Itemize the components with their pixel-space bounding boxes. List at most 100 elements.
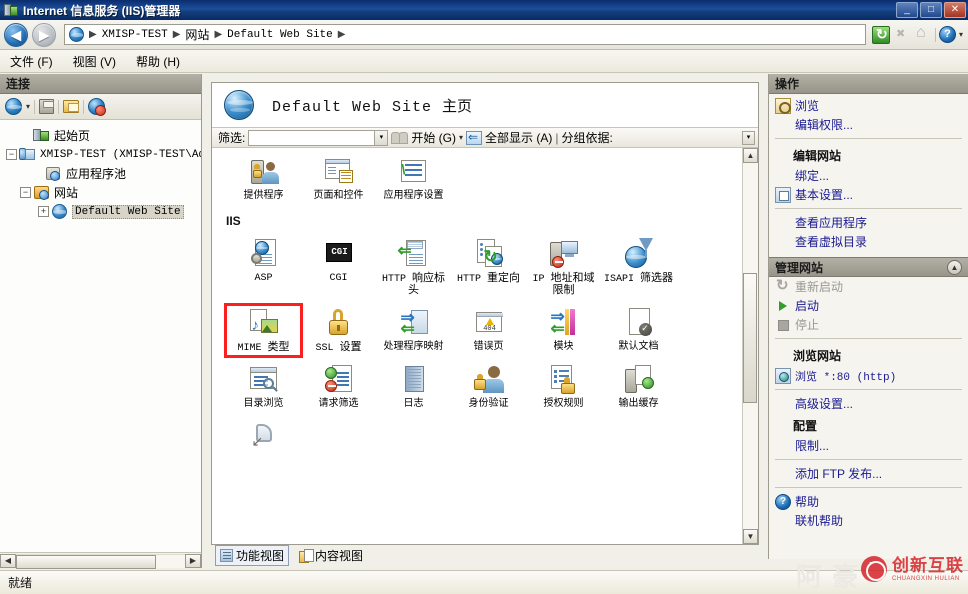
stop-icon[interactable] <box>893 26 911 44</box>
feature-modules[interactable]: ⇒ ⇐ 模块 <box>526 305 601 356</box>
action-add-ftp-publishing[interactable]: 添加 FTP 发布... <box>769 464 968 483</box>
scroll-right-button[interactable]: ▶ <box>185 553 201 568</box>
refresh-icon[interactable] <box>871 25 890 44</box>
expander-collapse[interactable]: − <box>20 187 31 198</box>
chevron-down-icon[interactable]: ▾ <box>959 30 963 39</box>
action-basic-settings[interactable]: 基本设置... <box>769 185 968 204</box>
expander-collapse[interactable]: − <box>6 149 17 160</box>
chevron-down-icon[interactable]: ▾ <box>459 133 463 142</box>
feature-providers[interactable]: 提供程序 <box>226 154 301 204</box>
action-stop[interactable]: 停止 <box>769 315 968 334</box>
asp-icon <box>248 238 280 270</box>
feature-default-document[interactable]: ✓ 默认文档 <box>601 305 676 356</box>
action-browse-site-80[interactable]: 浏览 *:80 (http) <box>769 366 968 385</box>
chevron-down-icon[interactable]: ▾ <box>26 102 30 111</box>
feature-isapi-filters[interactable]: ISAPI 筛选器 <box>601 236 676 299</box>
help-icon[interactable]: ? <box>938 26 956 43</box>
breadcrumb-item-sites[interactable]: 网站 <box>183 26 211 43</box>
tree-item-default-web-site[interactable]: + Default Web Site <box>6 202 201 221</box>
close-button[interactable]: ✕ <box>944 2 966 18</box>
feature-asp[interactable]: ASP <box>226 236 301 299</box>
open-folder-icon[interactable] <box>63 100 80 113</box>
disconnect-icon[interactable] <box>88 98 107 116</box>
tree-item-server[interactable]: − XMISP-TEST (XMISP-TEST\Adm <box>6 145 201 164</box>
tree-item-label: XMISP-TEST (XMISP-TEST\Adm <box>40 148 201 161</box>
scroll-up-button[interactable]: ▲ <box>743 148 758 163</box>
action-edit-permissions[interactable]: 编辑权限... <box>769 115 968 134</box>
tab-label: 功能视图 <box>236 549 285 563</box>
feature-authorization-rules[interactable]: 授权规则 <box>526 362 601 412</box>
filter-collapse-button[interactable]: ▾ <box>742 130 755 145</box>
action-bindings[interactable]: 绑定... <box>769 166 968 185</box>
action-help[interactable]: ? 帮助 <box>769 492 968 511</box>
menu-view[interactable]: 视图 (V) <box>73 53 116 70</box>
feature-handler-mappings[interactable]: ⇒ ⇐ 处理程序映射 <box>376 305 451 356</box>
menu-file[interactable]: 文件 (F) <box>10 53 53 70</box>
feature-authentication[interactable]: 身份验证 <box>451 362 526 412</box>
forward-button[interactable]: ▶ <box>32 22 56 47</box>
help-circle-icon: ? <box>775 493 791 510</box>
action-browse[interactable]: 浏览 <box>769 96 968 115</box>
action-advanced-settings[interactable]: 高级设置... <box>769 394 968 413</box>
tree-item-sites[interactable]: − 网站 <box>6 183 201 202</box>
show-all-icon[interactable] <box>466 130 483 145</box>
feature-application-settings[interactable]: \ 应用程序设置 <box>376 154 451 204</box>
connections-horizontal-scrollbar[interactable]: ◀ ▶ <box>0 552 202 569</box>
expander-expand[interactable]: + <box>38 206 49 217</box>
scroll-left-button[interactable]: ◀ <box>0 553 16 568</box>
action-view-virtual-directories[interactable]: 查看虚拟目录 <box>769 232 968 251</box>
scroll-thumb[interactable] <box>16 554 156 569</box>
action-restart[interactable]: 重新启动 <box>769 276 968 296</box>
feature-logging[interactable]: 日志 <box>376 362 451 412</box>
feature-ip-restrictions[interactable]: IP 地址和域限制 <box>526 236 601 299</box>
features-vertical-scrollbar[interactable]: ▲ ▼ <box>742 148 758 544</box>
tab-features-view[interactable]: 功能视图 <box>215 545 290 566</box>
action-start[interactable]: 启动 <box>769 296 968 315</box>
feature-mime-types[interactable]: ♪ MIME 类型 <box>224 303 303 358</box>
feature-request-filtering[interactable]: 请求筛选 <box>301 362 376 412</box>
chevron-up-icon[interactable]: ▲ <box>947 260 962 275</box>
actions-pane: 操作 浏览 编辑权限... 编辑网站 绑定... 基本设置... 查看应用程序 … <box>768 74 968 559</box>
home-icon[interactable] <box>914 24 932 44</box>
feature-pages-and-controls[interactable]: 页面和控件 <box>301 154 376 204</box>
divider <box>775 208 962 209</box>
tree-item-start-page[interactable]: 起始页 <box>6 126 201 145</box>
scroll-thumb[interactable] <box>743 273 757 403</box>
binoculars-icon[interactable] <box>391 130 409 145</box>
breadcrumb-separator: ▶ <box>214 29 223 40</box>
feature-ssl-settings[interactable]: SSL 设置 <box>301 305 376 356</box>
save-icon[interactable] <box>39 99 55 114</box>
feature-directory-browsing[interactable]: 目录浏览 <box>226 362 301 412</box>
feature-cgi[interactable]: CGI CGI <box>301 236 376 299</box>
scroll-down-button[interactable]: ▼ <box>743 529 758 544</box>
connect-to-icon[interactable] <box>5 98 22 115</box>
scroll-track[interactable] <box>16 553 185 569</box>
tab-content-view[interactable]: 内容视图 <box>295 546 367 565</box>
feature-http-redirect[interactable]: ↻ HTTP 重定向 <box>451 236 526 299</box>
feature-worker-processes[interactable]: ↙ <box>226 420 301 459</box>
back-button[interactable]: ◀ <box>4 22 28 47</box>
feature-error-pages[interactable]: 404 错误页 <box>451 305 526 356</box>
feature-http-response-headers[interactable]: ⇐ HTTP 响应标头 <box>376 236 451 299</box>
show-all-button[interactable]: 全部显示 (A) <box>485 129 552 146</box>
action-label: 查看虚拟目录 <box>795 235 868 249</box>
brand-name: 创新互联 <box>892 555 964 575</box>
minimize-button[interactable]: _ <box>896 2 918 18</box>
action-limits[interactable]: 限制... <box>769 436 968 455</box>
tree-item-label: 应用程序池 <box>66 167 127 181</box>
divider <box>83 99 85 114</box>
menu-help[interactable]: 帮助 (H) <box>136 53 180 70</box>
feature-output-caching[interactable]: 输出缓存 <box>601 362 676 412</box>
filter-go-button[interactable]: 开始 (G) <box>411 129 456 146</box>
scroll-track[interactable] <box>743 163 758 529</box>
action-online-help[interactable]: 联机帮助 <box>769 511 968 530</box>
action-view-applications[interactable]: 查看应用程序 <box>769 213 968 232</box>
tree-item-app-pools[interactable]: 应用程序池 <box>6 164 201 183</box>
chevron-down-icon[interactable]: ▾ <box>374 130 388 145</box>
maximize-button[interactable]: □ <box>920 2 942 18</box>
filter-input[interactable]: ▾ <box>248 129 389 146</box>
breadcrumb-item-site[interactable]: Default Web Site <box>225 29 335 41</box>
actions-list: 浏览 编辑权限... 编辑网站 绑定... 基本设置... 查看应用程序 查看虚… <box>769 94 968 559</box>
breadcrumb-item-server[interactable]: XMISP-TEST <box>100 29 170 41</box>
breadcrumb[interactable]: ▶ XMISP-TEST ▶ 网站 ▶ Default Web Site ▶ <box>64 24 866 45</box>
